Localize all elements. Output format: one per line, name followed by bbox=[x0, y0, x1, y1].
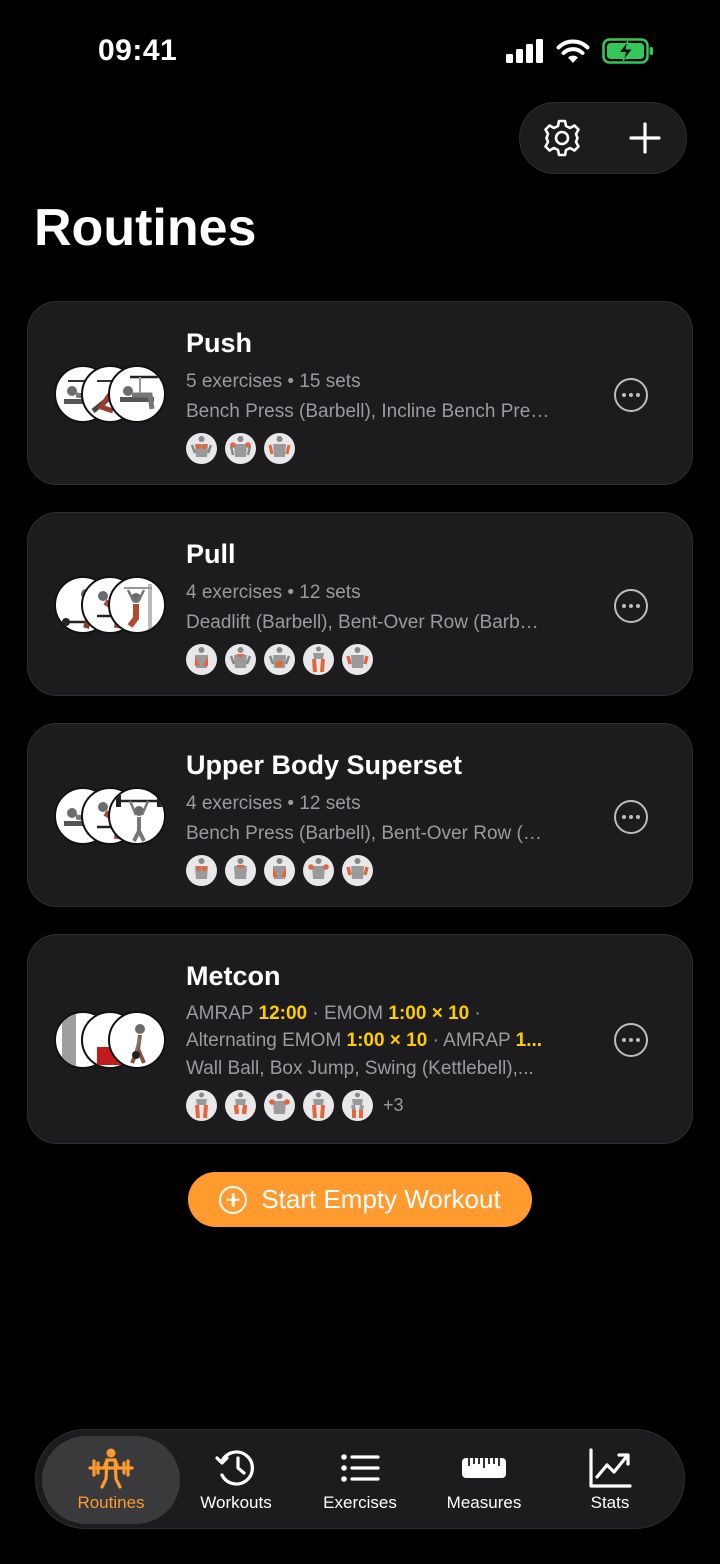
routine-exercises: Bench Press (Barbell), Bent-Over Row (… bbox=[186, 823, 542, 844]
traps-muscle-icon bbox=[225, 855, 256, 886]
shoulders-muscle-icon bbox=[303, 855, 334, 886]
routine-exercises: Deadlift (Barbell), Bent-Over Row (Barb… bbox=[186, 612, 539, 633]
routine-info: Upper Body Superset 4 exercises • 12 set… bbox=[186, 750, 582, 886]
routine-card-push[interactable]: Push 5 exercises • 15 sets Bench Press (… bbox=[27, 301, 693, 485]
hamstrings-muscle-icon bbox=[303, 644, 334, 675]
chart-icon bbox=[589, 1448, 632, 1488]
tab-label: Measures bbox=[446, 1493, 522, 1512]
tab-label: Routines bbox=[77, 1493, 145, 1512]
quads-muscle-icon bbox=[225, 1090, 256, 1121]
lats-muscle-icon bbox=[186, 644, 217, 675]
routine-info: Push 5 exercises • 15 sets Bench Press (… bbox=[186, 328, 582, 464]
shoulders-muscle-icon bbox=[264, 1090, 295, 1121]
more-options-button[interactable] bbox=[614, 378, 648, 412]
routine-name: Metcon bbox=[186, 961, 281, 991]
tab-routines[interactable]: Routines bbox=[42, 1430, 180, 1530]
status-time: 09:41 bbox=[98, 34, 178, 67]
exercise-thumbnails bbox=[54, 576, 166, 634]
battery-charging-icon bbox=[602, 38, 653, 64]
routine-summary: 4 exercises • 12 sets bbox=[186, 582, 361, 603]
routine-name: Upper Body Superset bbox=[186, 750, 463, 780]
ruler-icon bbox=[462, 1458, 506, 1478]
lats-muscle-icon bbox=[264, 855, 295, 886]
plus-circle-icon bbox=[219, 1185, 248, 1214]
tab-stats[interactable]: Stats bbox=[548, 1430, 672, 1530]
muscle-group-icons bbox=[186, 855, 582, 886]
routine-schedule-line-1: AMRAP 12:00 · EMOM 1:00 × 10 · bbox=[186, 1003, 481, 1024]
routine-schedule-line-2: Alternating EMOM 1:00 × 10 · AMRAP 1... bbox=[186, 1030, 543, 1051]
routine-exercises: Bench Press (Barbell), Incline Bench Pre… bbox=[186, 401, 550, 422]
routine-card-pull[interactable]: Pull 4 exercises • 12 sets Deadlift (Bar… bbox=[27, 512, 693, 696]
tab-label: Stats bbox=[590, 1493, 630, 1512]
muscle-group-icons bbox=[186, 644, 582, 675]
cellular-signal-icon bbox=[506, 39, 543, 63]
add-routine-button[interactable] bbox=[617, 110, 673, 166]
exercise-thumbnail bbox=[108, 365, 166, 423]
chest-muscle-icon bbox=[186, 433, 217, 464]
routine-card-upper-body-superset[interactable]: Upper Body Superset 4 exercises • 12 set… bbox=[27, 723, 693, 907]
tab-measures[interactable]: Measures bbox=[422, 1430, 546, 1530]
exercise-thumbnails bbox=[54, 365, 166, 423]
routine-summary: 5 exercises • 15 sets bbox=[186, 371, 361, 392]
start-empty-workout-button[interactable]: Start Empty Workout bbox=[188, 1172, 532, 1227]
traps-muscle-icon bbox=[225, 644, 256, 675]
glutes-muscle-icon bbox=[186, 1090, 217, 1121]
exercise-thumbnail bbox=[108, 576, 166, 634]
routine-info: Pull 4 exercises • 12 sets Deadlift (Bar… bbox=[186, 539, 582, 675]
muscle-group-icons bbox=[186, 433, 582, 464]
more-options-button[interactable] bbox=[614, 800, 648, 834]
top-actions bbox=[519, 102, 687, 174]
weightlifter-icon bbox=[88, 1448, 134, 1489]
routine-card-metcon[interactable]: Metcon AMRAP 12:00 · EMOM 1:00 × 10 · Al… bbox=[27, 934, 693, 1144]
start-empty-workout-label: Start Empty Workout bbox=[261, 1184, 501, 1214]
routine-info: Metcon AMRAP 12:00 · EMOM 1:00 × 10 · Al… bbox=[186, 961, 582, 1121]
gear-icon bbox=[543, 119, 580, 157]
biceps-muscle-icon bbox=[342, 644, 373, 675]
more-options-button[interactable] bbox=[614, 589, 648, 623]
calves-muscle-icon bbox=[342, 1090, 373, 1121]
list-icon bbox=[341, 1454, 380, 1482]
muscle-group-icons: +3 bbox=[186, 1090, 582, 1121]
triceps-muscle-icon bbox=[264, 433, 295, 464]
routine-summary: 4 exercises • 12 sets bbox=[186, 793, 361, 814]
tab-workouts[interactable]: Workouts bbox=[174, 1430, 298, 1530]
shoulders-muscle-icon bbox=[225, 433, 256, 464]
extra-muscles-count: +3 bbox=[383, 1095, 404, 1115]
chest-muscle-icon bbox=[186, 855, 217, 886]
exercise-thumbnail bbox=[108, 787, 166, 845]
routine-name: Push bbox=[186, 328, 253, 358]
more-options-button[interactable] bbox=[614, 1023, 648, 1057]
exercise-thumbnails bbox=[54, 787, 166, 845]
history-icon bbox=[215, 1450, 254, 1486]
status-bar: 09:41 bbox=[0, 0, 720, 100]
settings-button[interactable] bbox=[534, 110, 590, 166]
routine-exercises: Wall Ball, Box Jump, Swing (Kettlebell),… bbox=[186, 1058, 534, 1079]
exercise-thumbnails bbox=[54, 1011, 166, 1069]
hamstrings-muscle-icon bbox=[303, 1090, 334, 1121]
tab-label: Exercises bbox=[323, 1493, 397, 1512]
routine-name: Pull bbox=[186, 539, 236, 569]
tab-label: Workouts bbox=[200, 1493, 272, 1512]
plus-icon bbox=[628, 122, 661, 154]
wifi-icon bbox=[556, 39, 590, 63]
biceps-muscle-icon bbox=[342, 855, 373, 886]
page-title: Routines bbox=[34, 199, 257, 257]
status-icons bbox=[506, 38, 654, 64]
tab-bar: Routines Workouts Exercises Measures Sta… bbox=[35, 1429, 685, 1529]
lower-back-muscle-icon bbox=[264, 644, 295, 675]
tab-exercises[interactable]: Exercises bbox=[298, 1430, 422, 1530]
exercise-thumbnail bbox=[108, 1011, 166, 1069]
